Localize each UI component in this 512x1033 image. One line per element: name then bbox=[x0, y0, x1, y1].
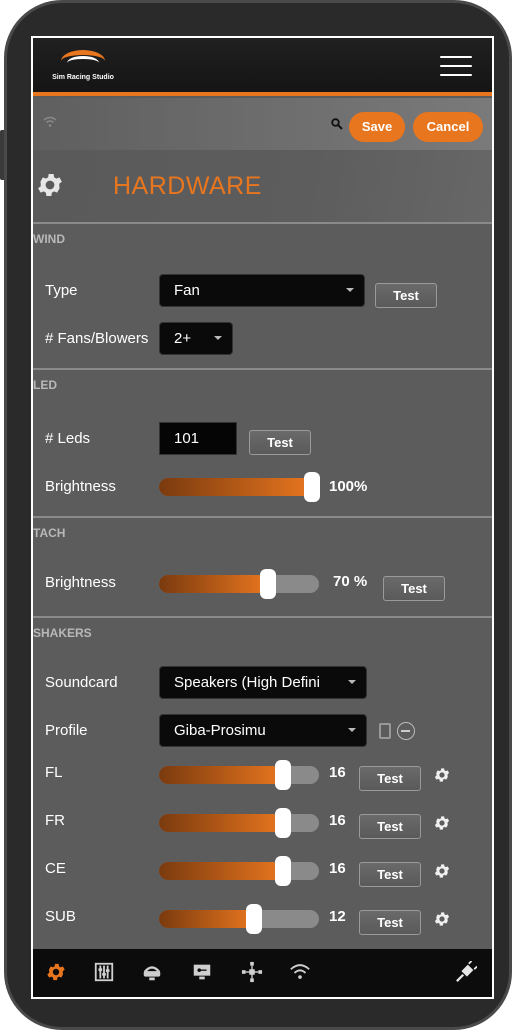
slider-fill bbox=[159, 862, 283, 880]
chevron-down-icon bbox=[346, 288, 354, 292]
mixer-icon[interactable] bbox=[93, 961, 115, 983]
slider-fill bbox=[159, 478, 312, 496]
soundcard-value: Speakers (High Defini bbox=[174, 674, 320, 691]
wifi-status-icon bbox=[43, 116, 57, 127]
shaker-channel-value: 16 bbox=[329, 812, 346, 829]
bottom-nav bbox=[33, 949, 492, 997]
wind-type-label: Type bbox=[45, 282, 78, 299]
gear-icon[interactable] bbox=[45, 961, 67, 983]
shaker-channel-test-button[interactable]: Test bbox=[359, 766, 421, 791]
shaker-channel-slider[interactable] bbox=[159, 904, 319, 934]
soundcard-select[interactable]: Speakers (High Defini bbox=[159, 666, 367, 699]
profile-select[interactable]: Giba-Prosimu bbox=[159, 714, 367, 747]
tach-brightness-slider[interactable] bbox=[159, 569, 319, 599]
profile-value: Giba-Prosimu bbox=[174, 722, 266, 739]
shaker-channel-label: FL bbox=[45, 764, 63, 781]
page-header: HARDWARE bbox=[33, 150, 492, 222]
plug-icon[interactable] bbox=[455, 961, 477, 983]
slider-fill bbox=[159, 766, 283, 784]
led-brightness-slider[interactable] bbox=[159, 472, 320, 502]
save-button[interactable]: Save bbox=[349, 112, 405, 142]
wind-test-button[interactable]: Test bbox=[375, 283, 437, 308]
fans-count-value: 2+ bbox=[174, 330, 192, 347]
accent-divider bbox=[33, 92, 492, 96]
led-brightness-value: 100% bbox=[329, 478, 368, 495]
chevron-down-icon bbox=[348, 728, 356, 732]
slider-thumb[interactable] bbox=[245, 904, 262, 934]
shakers-section: SHAKERS Soundcard Speakers (High Defini … bbox=[33, 616, 492, 956]
shaker-channel-test-button[interactable]: Test bbox=[359, 910, 421, 935]
channel-settings-gear-icon[interactable] bbox=[433, 910, 451, 928]
wifi-icon[interactable] bbox=[289, 961, 311, 983]
network-icon[interactable] bbox=[241, 961, 263, 983]
page-title: HARDWARE bbox=[113, 172, 262, 200]
top-bar: Sim Racing Studio bbox=[33, 38, 492, 96]
search-icon[interactable] bbox=[331, 118, 343, 130]
led-test-button[interactable]: Test bbox=[249, 430, 311, 455]
shaker-channel-slider[interactable] bbox=[159, 856, 319, 886]
shaker-channel-label: SUB bbox=[45, 908, 76, 925]
shaker-channel-test-button[interactable]: Test bbox=[359, 814, 421, 839]
channel-settings-gear-icon[interactable] bbox=[433, 862, 451, 880]
logo-arc-inner bbox=[67, 56, 99, 70]
leds-count-label: # Leds bbox=[45, 430, 91, 447]
wind-type-value: Fan bbox=[174, 282, 200, 299]
copy-profile-icon[interactable] bbox=[379, 723, 391, 739]
tach-test-button[interactable]: Test bbox=[383, 576, 445, 601]
tach-section: TACH Brightness 70 % Test bbox=[33, 516, 492, 616]
channel-settings-gear-icon[interactable] bbox=[433, 814, 451, 832]
section-title-shakers: SHAKERS bbox=[33, 626, 92, 640]
slider-fill bbox=[159, 910, 254, 928]
tach-brightness-value: 70 % bbox=[333, 573, 368, 590]
chevron-down-icon bbox=[214, 336, 222, 340]
profile-label: Profile bbox=[45, 722, 88, 739]
slider-fill bbox=[159, 814, 283, 832]
led-brightness-label: Brightness bbox=[45, 478, 116, 495]
slider-thumb[interactable] bbox=[274, 856, 291, 886]
slider-thumb[interactable] bbox=[274, 760, 291, 790]
slider-fill bbox=[159, 575, 269, 593]
phone-frame: Sim Racing Studio Save Cancel HARDWARE W… bbox=[0, 0, 512, 1033]
brand-logo: Sim Racing Studio bbox=[47, 50, 119, 86]
shaker-channel-value: 16 bbox=[329, 764, 346, 781]
chevron-down-icon bbox=[348, 680, 356, 684]
fans-count-select[interactable]: 2+ bbox=[159, 322, 233, 355]
shaker-channel-label: CE bbox=[45, 860, 66, 877]
fans-count-label: # Fans/Blowers bbox=[45, 330, 149, 347]
headset-icon[interactable] bbox=[141, 961, 163, 983]
section-title-led: LED bbox=[33, 378, 57, 392]
slider-thumb[interactable] bbox=[274, 808, 291, 838]
leds-count-input[interactable]: 101 bbox=[159, 422, 237, 455]
led-section: LED # Leds 101 Test Brightness 100% bbox=[33, 368, 492, 518]
monitor-key-icon[interactable] bbox=[191, 961, 213, 983]
action-bar: Save Cancel bbox=[33, 98, 492, 150]
slider-thumb[interactable] bbox=[260, 569, 277, 599]
cancel-button[interactable]: Cancel bbox=[413, 112, 483, 142]
slider-thumb[interactable] bbox=[304, 472, 320, 502]
app-screen: Sim Racing Studio Save Cancel HARDWARE W… bbox=[31, 36, 494, 999]
shaker-channel-value: 16 bbox=[329, 860, 346, 877]
hamburger-menu-icon[interactable] bbox=[440, 56, 472, 78]
shaker-channel-label: FR bbox=[45, 812, 65, 829]
settings-gear-icon bbox=[38, 174, 62, 196]
wind-type-select[interactable]: Fan bbox=[159, 274, 365, 307]
soundcard-label: Soundcard bbox=[45, 674, 118, 691]
shaker-channel-slider[interactable] bbox=[159, 808, 319, 838]
section-title-wind: WIND bbox=[33, 232, 65, 246]
shaker-channel-value: 12 bbox=[329, 908, 346, 925]
remove-profile-icon[interactable] bbox=[397, 722, 415, 740]
wind-section: WIND Type Fan Test # Fans/Blowers 2+ bbox=[33, 222, 492, 370]
shaker-channel-test-button[interactable]: Test bbox=[359, 862, 421, 887]
section-title-tach: TACH bbox=[33, 526, 66, 540]
channel-settings-gear-icon[interactable] bbox=[433, 766, 451, 784]
tach-brightness-label: Brightness bbox=[45, 574, 116, 591]
brand-name: Sim Racing Studio bbox=[52, 74, 114, 81]
shaker-channel-slider[interactable] bbox=[159, 760, 319, 790]
